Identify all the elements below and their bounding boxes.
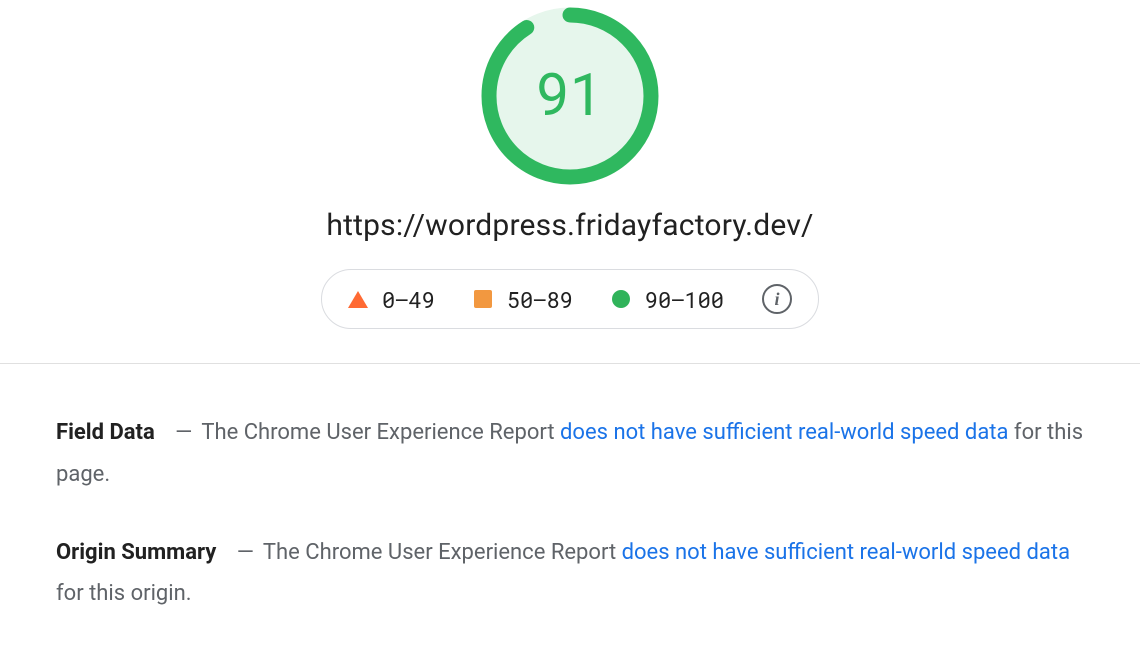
field-data-title: Field Data <box>56 420 155 445</box>
legend-good-range: 90–100 <box>645 285 724 314</box>
origin-summary-title: Origin Summary <box>56 540 216 565</box>
square-icon <box>473 289 493 309</box>
origin-summary-suffix: for this origin. <box>56 581 192 606</box>
info-icon[interactable]: i <box>762 284 792 314</box>
legend-poor: 0–49 <box>348 285 435 314</box>
origin-summary-separator: — <box>233 540 258 565</box>
origin-summary-link[interactable]: does not have sufficient real-world spee… <box>622 540 1070 565</box>
legend-mid-range: 50–89 <box>507 285 573 314</box>
field-data-section: Field Data — The Chrome User Experience … <box>0 364 1140 496</box>
legend-good: 90–100 <box>611 285 724 314</box>
legend-mid: 50–89 <box>473 285 573 314</box>
score-header: 91 https://wordpress.fridayfactory.dev/ … <box>0 0 1140 363</box>
triangle-icon <box>348 289 368 309</box>
circle-icon <box>611 289 631 309</box>
origin-summary-section: Origin Summary — The Chrome User Experie… <box>0 496 1140 616</box>
field-data-link[interactable]: does not have sufficient real-world spee… <box>560 420 1008 445</box>
origin-summary-prefix: The Chrome User Experience Report <box>263 540 622 565</box>
field-data-prefix: The Chrome User Experience Report <box>201 420 560 445</box>
tested-url: https://wordpress.fridayfactory.dev/ <box>326 208 813 243</box>
legend-poor-range: 0–49 <box>382 285 435 314</box>
performance-score-value: 91 <box>536 62 603 130</box>
score-legend: 0–49 50–89 90–100 i <box>321 269 819 329</box>
field-data-separator: — <box>171 420 196 445</box>
performance-score-gauge: 91 <box>480 6 660 186</box>
